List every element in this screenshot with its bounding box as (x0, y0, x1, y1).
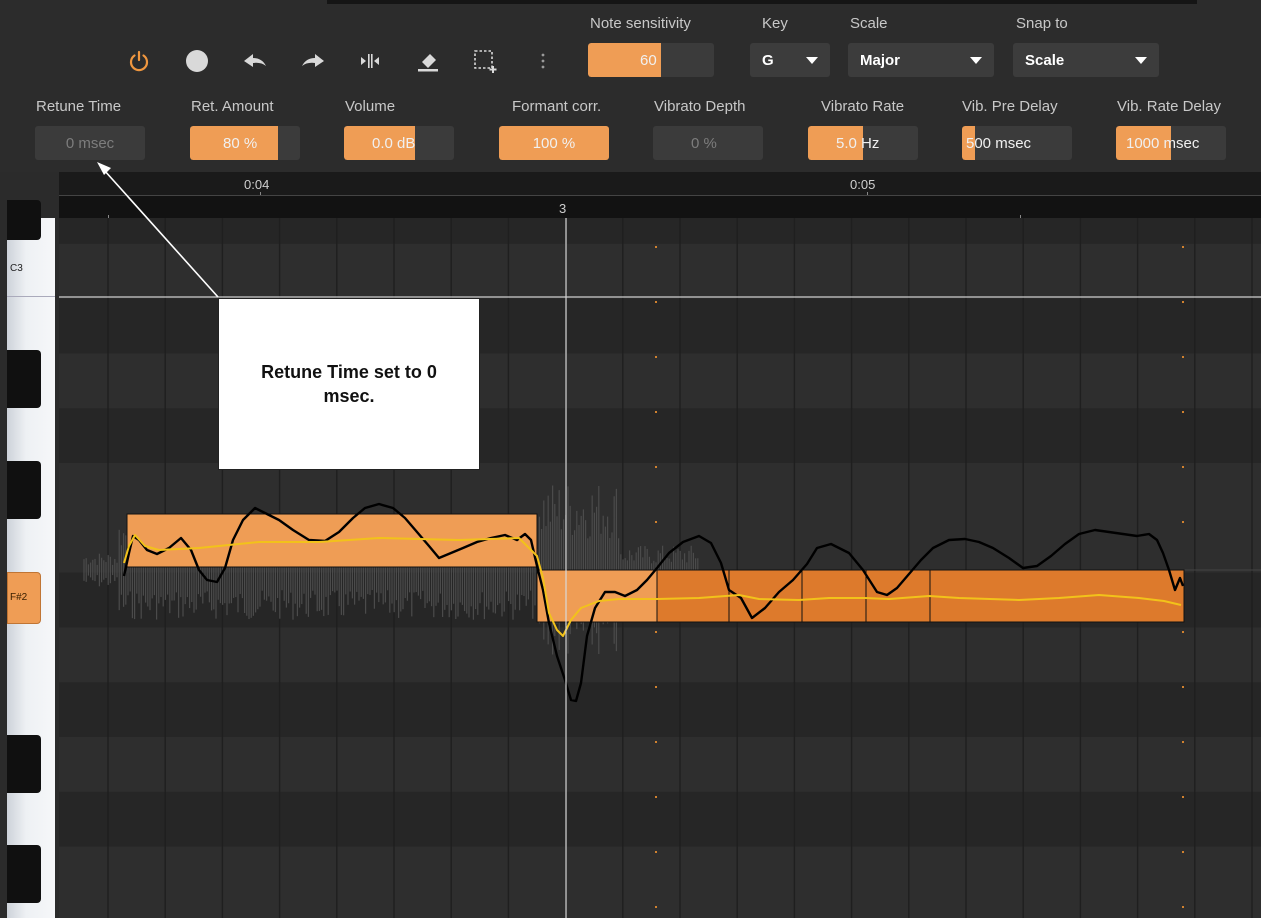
volume-label: Volume (345, 98, 396, 115)
note-sensitivity-slider[interactable]: 60 (588, 43, 714, 77)
note-blob (929, 569, 1185, 623)
note-blob (536, 569, 658, 623)
scale-dropdown[interactable]: Major (848, 43, 994, 77)
key-label: Key (762, 15, 788, 32)
scale-value: Major (860, 52, 901, 69)
formant-value: 100 % (532, 134, 576, 152)
time-marker-a: 0:04 (244, 177, 270, 192)
bar-ruler: 3 (59, 195, 1261, 219)
key-label-c3: C3 (10, 263, 23, 274)
chevron-down-icon (806, 57, 818, 64)
retune-time-label: Retune Time (36, 98, 122, 115)
piano-keyboard: C3 F#2 (0, 200, 59, 918)
retune-time-value: 0 msec (65, 134, 115, 152)
vib-rate-delay-slider[interactable]: 1000 msec (1116, 126, 1226, 160)
vib-pre-delay-value: 500 msec (966, 134, 1032, 152)
ret-amount-value: 80 % (223, 134, 258, 152)
vib-pre-delay-slider[interactable]: 500 msec (962, 126, 1072, 160)
key-dropdown[interactable]: G (750, 43, 830, 77)
note-sensitivity-value: 60 (640, 51, 657, 69)
chevron-down-icon (1135, 57, 1147, 64)
selection-add-icon[interactable] (470, 46, 500, 76)
key-divider (7, 296, 55, 297)
black-key[interactable] (7, 350, 41, 408)
ret-amount-label: Ret. Amount (191, 98, 274, 115)
black-key[interactable] (7, 735, 41, 793)
vibrato-depth-slider[interactable]: 0 % (653, 126, 763, 160)
black-key[interactable] (7, 845, 41, 903)
piano-white-keys[interactable] (7, 218, 55, 918)
undo-icon[interactable] (240, 46, 270, 76)
timeline-ruler[interactable]: 0:04 0:05 3 (59, 172, 1261, 219)
top-edge (327, 0, 1197, 4)
vibrato-rate-label: Vibrato Rate (821, 98, 905, 115)
more-icon[interactable] (528, 46, 558, 76)
vib-pre-delay-label: Vib. Pre Delay (962, 98, 1058, 115)
key-label-fs2: F#2 (10, 592, 28, 603)
callout-box: Retune Time set to 0 msec. (218, 298, 480, 470)
formant-label: Formant corr. (512, 98, 602, 115)
record-icon[interactable] (182, 46, 212, 76)
vibrato-depth-value: 0 % (691, 134, 717, 152)
note-sensitivity-label: Note sensitivity (590, 15, 691, 32)
time-marker-b: 0:05 (850, 177, 876, 192)
note-blob (801, 569, 867, 623)
split-icon[interactable] (355, 46, 385, 76)
vibrato-depth-label: Vibrato Depth (654, 98, 746, 115)
vib-rate-delay-value: 1000 msec (1126, 134, 1200, 152)
formant-slider[interactable]: 100 % (499, 126, 609, 160)
key-value: G (762, 52, 774, 69)
black-key[interactable] (7, 461, 41, 519)
vib-rate-delay-label: Vib. Rate Delay (1117, 98, 1221, 115)
snap-dropdown[interactable]: Scale (1013, 43, 1159, 77)
ret-amount-slider[interactable]: 80 % (190, 126, 300, 160)
volume-slider[interactable]: 0.0 dB (344, 126, 454, 160)
volume-value: 0.0 dB (372, 134, 416, 152)
power-icon[interactable] (124, 46, 154, 76)
eraser-icon[interactable] (413, 46, 443, 76)
vibrato-rate-value: 5.0 Hz (836, 134, 880, 152)
scale-label: Scale (850, 15, 888, 32)
black-key[interactable] (7, 200, 41, 240)
toolbar: Note sensitivity 60 Key G Scale Major Sn… (0, 0, 1261, 172)
vibrato-rate-slider[interactable]: 5.0 Hz (808, 126, 918, 160)
retune-time-slider[interactable]: 0 msec (35, 126, 145, 160)
chevron-down-icon (970, 57, 982, 64)
snap-value: Scale (1025, 52, 1065, 69)
bar-number: 3 (559, 201, 567, 216)
redo-icon[interactable] (298, 46, 328, 76)
snap-label: Snap to (1016, 15, 1068, 32)
